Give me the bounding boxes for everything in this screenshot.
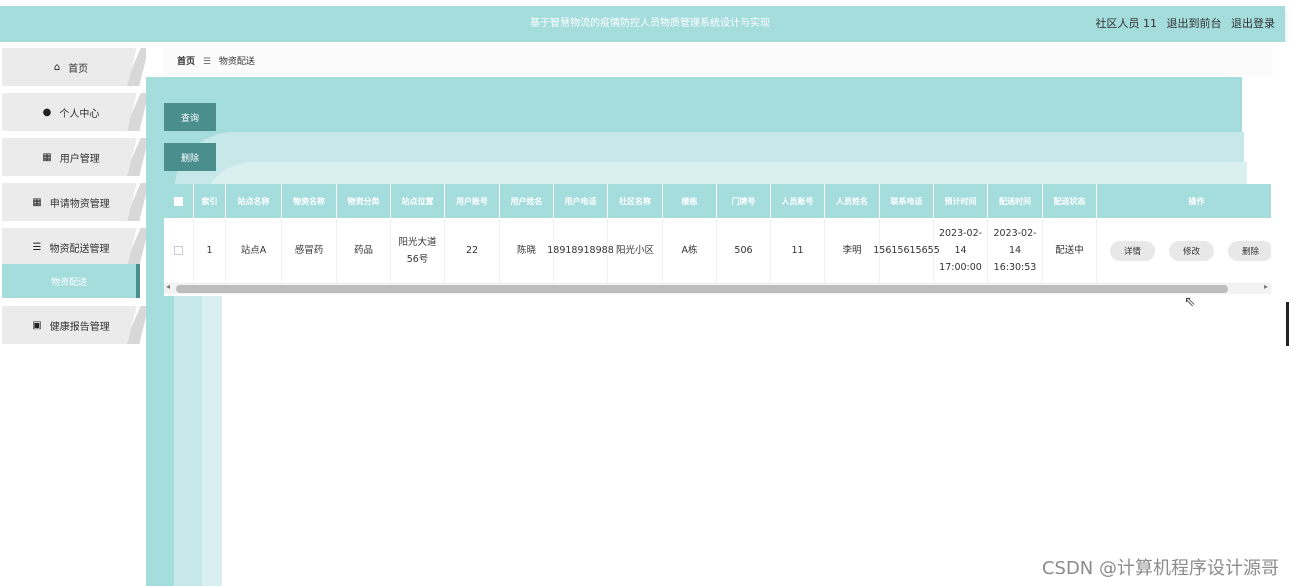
sidebar: ⌂ 首页 ● 个人中心 ▦ 用户管理 ▦ 申请物资管理 ☰ 物资配送管理 物资配… <box>0 42 146 586</box>
table-cell: 2023-02-14 17:00:00 <box>934 218 988 283</box>
row-checkbox[interactable] <box>174 246 183 255</box>
top-header: 基于智慧物流的疫情防控人员物质管理系统设计与实现 社区人员 11 退出到前台 退… <box>0 6 1285 42</box>
sidebar-item-label: 用户管理 <box>59 153 100 165</box>
column-header: 人员账号 <box>771 184 825 218</box>
column-header: 物资名称 <box>282 184 337 218</box>
table-cell: 506 <box>717 218 771 283</box>
edit-button[interactable]: 修改 <box>1169 240 1215 261</box>
detail-button[interactable]: 详情 <box>1110 240 1156 261</box>
table-cell: 1 <box>194 218 226 283</box>
sidebar-item-user-management[interactable]: ▦ 用户管理 <box>2 138 140 176</box>
grid-icon: ▦ <box>32 196 42 208</box>
column-header: 配送时间 <box>988 184 1043 218</box>
scrollbar-thumb[interactable] <box>176 285 1228 293</box>
column-header: 人员姓名 <box>825 184 880 218</box>
column-header: 物资分类 <box>337 184 391 218</box>
actions-cell: 详情 修改 删除 <box>1097 218 1271 283</box>
row-delete-button[interactable]: 删除 <box>1228 240 1271 261</box>
window-edge-marker <box>1286 302 1289 346</box>
sidebar-item-supply-application[interactable]: ▦ 申请物资管理 <box>2 183 140 221</box>
logout-link[interactable]: 退出登录 <box>1231 17 1275 30</box>
column-header: 站点名称 <box>226 184 282 218</box>
delete-button[interactable]: 删除 <box>164 143 216 171</box>
mouse-cursor-icon: ⇖ <box>1184 294 1196 310</box>
column-header: 用户账号 <box>445 184 500 218</box>
table-row: 1 站点A 感冒药 药品 阳光大道56号 22 陈晓 18918918988 阳… <box>164 218 1271 284</box>
table-cell: 11 <box>771 218 825 283</box>
query-button[interactable]: 查询 <box>164 103 216 131</box>
sidebar-item-label: 首页 <box>68 63 89 75</box>
column-header: 楼栋 <box>663 184 717 218</box>
sidebar-item-label: 申请物资管理 <box>49 198 110 210</box>
sliders-icon: ☰ <box>32 241 42 253</box>
table-cell: 李明 <box>825 218 880 283</box>
header-user-area: 社区人员 11 退出到前台 退出登录 <box>1090 6 1276 42</box>
column-header: 索引 <box>194 184 226 218</box>
table-cell: 药品 <box>337 218 391 283</box>
column-header: 操作 <box>1097 184 1271 218</box>
select-all-cell <box>164 184 194 218</box>
breadcrumb-separator-icon: ☰ <box>202 57 211 67</box>
table-cell: 阳光小区 <box>608 218 663 283</box>
table-cell: 陈晓 <box>500 218 554 283</box>
sidebar-item-label: 健康报告管理 <box>49 321 110 333</box>
row-select-cell <box>164 218 194 283</box>
breadcrumb: 首页 ☰ 物资配送 <box>163 48 1273 76</box>
column-header: 配送状态 <box>1043 184 1097 218</box>
column-header: 联系电话 <box>880 184 934 218</box>
table-cell: A栋 <box>663 218 717 283</box>
sidebar-item-health-report[interactable]: ▣ 健康报告管理 <box>2 306 140 344</box>
sidebar-item-label: 个人中心 <box>59 108 100 120</box>
select-all-checkbox[interactable] <box>174 196 183 206</box>
column-header: 预计时间 <box>934 184 988 218</box>
sidebar-item-personal-center[interactable]: ● 个人中心 <box>2 93 140 131</box>
table-cell: 2023-02-14 16:30:53 <box>988 218 1043 283</box>
report-icon: ▣ <box>32 319 42 331</box>
table-header-row: 索引 站点名称 物资名称 物资分类 站点位置 用户账号 用户姓名 用户电话 社区… <box>164 184 1271 218</box>
breadcrumb-home[interactable]: 首页 <box>177 57 195 67</box>
table-cell: 18918918988 <box>547 218 614 283</box>
table-cell: 感冒药 <box>282 218 337 283</box>
table-cell: 22 <box>445 218 500 283</box>
column-header: 用户姓名 <box>500 184 554 218</box>
grid-icon: ▦ <box>42 151 52 163</box>
scroll-right-icon[interactable]: ▸ <box>1264 282 1268 291</box>
column-header: 站点位置 <box>391 184 445 218</box>
table-cell: 配送中 <box>1043 218 1097 283</box>
table-cell: 15615615655 <box>873 218 940 283</box>
sidebar-item-delivery-management[interactable]: ☰ 物资配送管理 <box>2 228 140 266</box>
user-icon: ● <box>42 106 52 118</box>
main-content: 首页 ☰ 物资配送 查询 删除 索引 站点名称 物资名称 物资分类 站点位置 用… <box>146 42 1293 586</box>
sidebar-item-label: 物资配送管理 <box>49 243 110 255</box>
home-icon: ⌂ <box>53 61 61 73</box>
table-cell: 站点A <box>226 218 282 283</box>
current-user: 社区人员 11 <box>1095 17 1158 30</box>
back-to-front-link[interactable]: 退出到前台 <box>1167 17 1222 30</box>
column-header: 社区名称 <box>608 184 663 218</box>
table-cell: 阳光大道56号 <box>391 218 445 283</box>
data-table: 索引 站点名称 物资名称 物资分类 站点位置 用户账号 用户姓名 用户电话 社区… <box>164 184 1271 296</box>
breadcrumb-current: 物资配送 <box>218 57 255 67</box>
horizontal-scrollbar[interactable]: ◂ ▸ <box>164 282 1271 294</box>
watermark: CSDN @计算机程序设计源哥 <box>1041 558 1279 579</box>
sidebar-subitem-delivery[interactable]: 物资配送 <box>2 264 140 298</box>
scroll-left-icon[interactable]: ◂ <box>166 282 170 291</box>
column-header: 用户电话 <box>554 184 608 218</box>
column-header: 门牌号 <box>717 184 771 218</box>
sidebar-item-home[interactable]: ⌂ 首页 <box>2 48 140 86</box>
